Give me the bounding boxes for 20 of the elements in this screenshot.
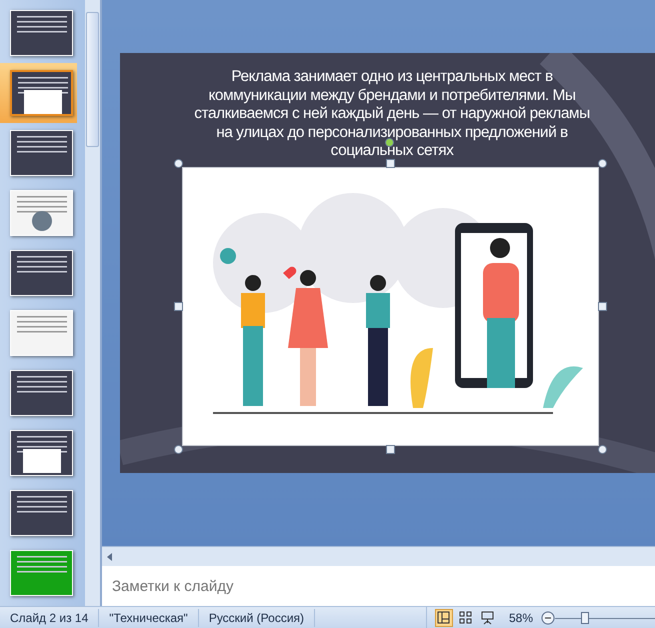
theme-name: "Техническая" xyxy=(99,608,199,626)
language-label: Русский (Россия) xyxy=(198,608,316,626)
slide-thumbnail[interactable] xyxy=(10,70,73,116)
notes-field[interactable]: Заметки к слайду xyxy=(102,566,655,606)
slide-text[interactable]: Реклама занимает одно из центральных мест в коммуникации между брендами и потребителями. Мы сталкиваемся с ней каждый день — от наружной рекламы на улицах до персонализированных предложений в социальных сетях xyxy=(192,68,592,160)
resize-handle[interactable] xyxy=(386,159,395,168)
zoom-percent: 58% xyxy=(508,610,534,626)
resize-handle[interactable] xyxy=(598,302,607,311)
resize-handle[interactable] xyxy=(598,159,607,168)
zoom-slider-thumb[interactable] xyxy=(581,612,589,624)
horizontal-scrollbar[interactable] xyxy=(102,546,655,566)
vertical-scrollbar[interactable] xyxy=(85,0,100,606)
zoom-slider[interactable] xyxy=(555,610,655,624)
resize-handle[interactable] xyxy=(386,445,395,454)
resize-handle[interactable] xyxy=(174,302,183,311)
zoom-out-button[interactable] xyxy=(541,610,555,624)
normal-view-button[interactable] xyxy=(434,608,453,626)
scroll-left-arrow-icon[interactable] xyxy=(106,552,114,562)
resize-handle[interactable] xyxy=(174,159,183,168)
slide-counter: Слайд 2 из 14 xyxy=(0,608,100,626)
